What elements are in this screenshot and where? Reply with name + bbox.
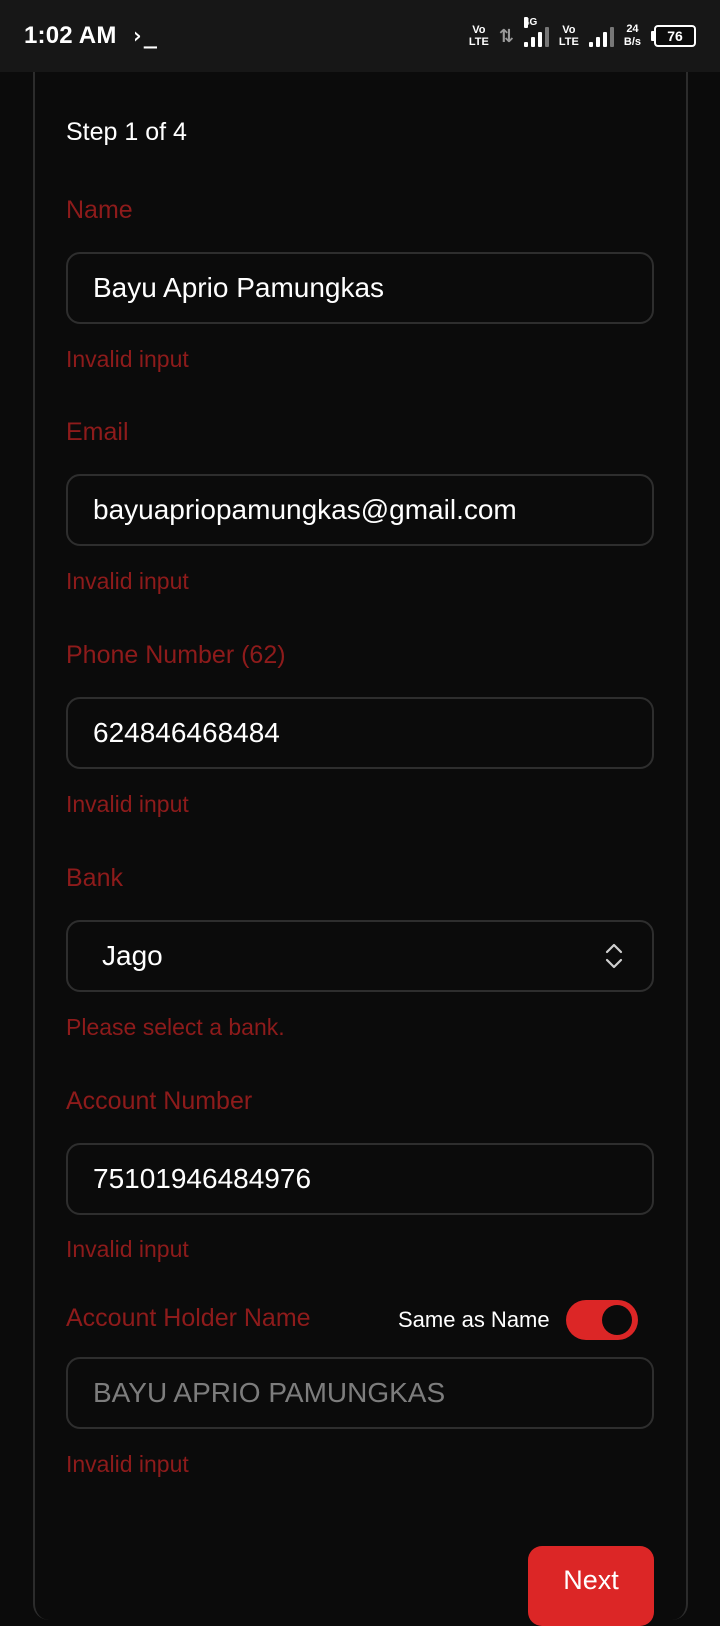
bank-selected-value: Jago	[102, 940, 163, 971]
signal-strength-icon: 4G	[523, 17, 549, 47]
next-button[interactable]: Next	[528, 1546, 654, 1626]
name-input[interactable]: Bayu Aprio Pamungkas	[66, 252, 654, 324]
same-as-name-toggle[interactable]	[565, 1300, 638, 1340]
name-error: Invalid input	[66, 346, 189, 372]
battery-icon: 76	[651, 25, 696, 47]
data-activity-icon: ⇅	[498, 25, 514, 46]
network-speed: 24 B/s	[623, 23, 641, 48]
same-as-name-row: Same as Name	[398, 1300, 638, 1340]
chevron-up-down-icon	[604, 941, 624, 971]
account-number-label: Account Number	[66, 1087, 253, 1115]
name-label: Name	[66, 196, 133, 224]
account-number-error: Invalid input	[66, 1236, 189, 1262]
phone-label: Phone Number (62)	[66, 641, 286, 669]
volte-icon: Vo LTE	[558, 24, 579, 48]
battery-level: 76	[654, 25, 696, 47]
account-holder-error: Invalid input	[66, 1451, 189, 1477]
account-holder-input[interactable]: BAYU APRIO PAMUNGKAS	[66, 1357, 654, 1429]
terminal-icon: ›_	[130, 23, 158, 49]
bank-select[interactable]: Jago	[66, 920, 654, 992]
bank-label: Bank	[66, 864, 123, 892]
toggle-knob	[601, 1305, 632, 1335]
phone-input[interactable]: 624846468484	[66, 697, 654, 769]
bank-error: Please select a bank.	[66, 1014, 285, 1040]
volte-icon: Vo LTE	[468, 24, 489, 48]
email-error: Invalid input	[66, 568, 189, 594]
account-number-input[interactable]: 75101946484976	[66, 1143, 654, 1215]
status-bar: 1:02 AM ›_ Vo LTE ⇅ 4G Vo LTE 24 B/s 76	[0, 0, 720, 72]
signal-strength-icon	[588, 25, 614, 47]
email-label: Email	[66, 418, 129, 446]
step-indicator: Step 1 of 4	[66, 118, 187, 146]
status-time: 1:02 AM	[24, 22, 117, 49]
account-holder-label: Account Holder Name	[66, 1304, 311, 1332]
status-icons: Vo LTE ⇅ 4G Vo LTE 24 B/s 76	[468, 17, 696, 49]
network-type-label: 4G	[523, 17, 538, 28]
email-input[interactable]: bayuapriopamungkas@gmail.com	[66, 474, 654, 546]
phone-error: Invalid input	[66, 791, 189, 817]
same-as-name-label: Same as Name	[398, 1307, 550, 1332]
